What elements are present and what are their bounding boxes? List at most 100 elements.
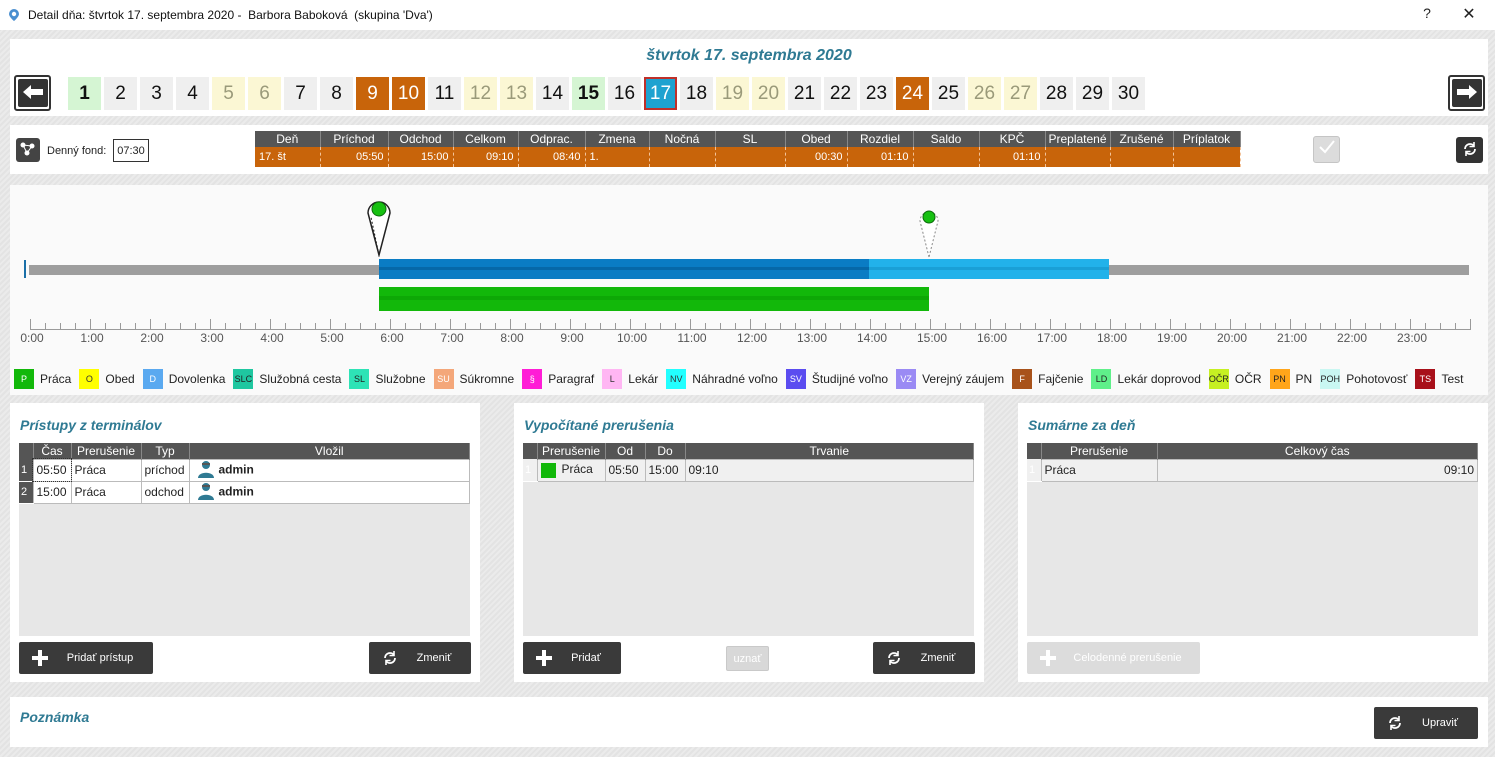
day-2[interactable]: 2 [104,77,137,110]
day-22[interactable]: 22 [824,77,857,110]
day-30[interactable]: 30 [1112,77,1145,110]
col-header[interactable]: Od [605,443,646,459]
legend-label: Študijné voľno [811,372,889,386]
day-18[interactable]: 18 [680,77,713,110]
ruler-tick [195,323,196,330]
day-6[interactable]: 6 [248,77,281,110]
summary-col-header[interactable]: Celkom [453,131,519,147]
day-25[interactable]: 25 [932,77,965,110]
col-header[interactable]: Celkový čas [1157,443,1478,459]
summary-col-header[interactable]: SL [715,131,786,147]
day-16[interactable]: 16 [608,77,641,110]
summary-col-header[interactable]: Zmena [585,131,650,147]
summary-col-header[interactable]: Zrušené [1110,131,1174,147]
day-15[interactable]: 15 [572,77,605,110]
summary-col-header[interactable]: Nočná [649,131,716,147]
legend-swatch: SV [785,369,806,389]
ruler-tick [1230,319,1231,330]
day-23[interactable]: 23 [860,77,893,110]
help-button[interactable]: ? [1417,5,1437,21]
refresh-button[interactable] [1456,137,1483,163]
ruler-tick [1215,323,1216,330]
day-4[interactable]: 4 [176,77,209,110]
col-header[interactable]: Prerušenie [1041,443,1158,459]
location-pin-icon[interactable] [366,197,392,260]
ruler-tick [630,319,631,330]
day-29[interactable]: 29 [1076,77,1109,110]
day-19[interactable]: 19 [716,77,749,110]
day-11[interactable]: 11 [428,77,461,110]
timeline-work-bar[interactable] [378,287,929,311]
col-header[interactable]: Typ [141,443,190,459]
day-10[interactable]: 10 [392,77,425,110]
ruler-tick [240,323,241,330]
day-14[interactable]: 14 [536,77,569,110]
summary-col-header[interactable]: Odprac. [518,131,586,147]
summary-col-header[interactable]: Obed [785,131,848,147]
ruler-tick [1380,323,1381,330]
summary-cell [715,147,786,167]
table-row[interactable]: 1 Práca 09:10 [1027,458,1478,482]
summary-col-header[interactable]: Odchod [388,131,454,147]
fund-value-field[interactable]: 07:30 [113,139,149,162]
ruler-tick [795,323,796,330]
table-row[interactable]: 2 15:00 Práca odchod admin [19,480,470,504]
legend-swatch: NV [666,369,687,389]
day-7[interactable]: 7 [284,77,317,110]
summary-col-header[interactable]: Preplatené [1045,131,1111,147]
day-12[interactable]: 12 [464,77,497,110]
next-month-button[interactable] [1448,75,1485,111]
accept-break-button[interactable]: uznať [726,646,769,671]
change-access-button[interactable]: Zmeniť [369,642,471,674]
summary-col-header[interactable]: Príplatok [1173,131,1241,147]
ruler-tick [840,323,841,330]
add-break-button[interactable]: Pridať [523,642,621,674]
plus-icon [27,649,53,667]
summary-col-header[interactable]: Príchod [320,131,389,147]
col-header[interactable]: Trvanie [685,443,974,459]
ruler-tick [300,323,301,330]
day-20[interactable]: 20 [752,77,785,110]
ruler-tick [750,319,751,330]
ruler-tick [735,323,736,330]
hour-label: 21:00 [1276,331,1308,345]
prev-month-button[interactable] [14,75,51,111]
location-pin-icon[interactable] [916,201,942,264]
fund-button[interactable] [16,138,40,162]
day-17[interactable]: 17 [644,77,677,110]
day-13[interactable]: 13 [500,77,533,110]
col-header[interactable]: Prerušenie [537,443,606,459]
summary-col-header[interactable]: KPČ [979,131,1046,147]
day-24[interactable]: 24 [896,77,929,110]
day-28[interactable]: 28 [1040,77,1073,110]
change-break-button[interactable]: Zmeniť [873,642,975,674]
edit-note-button[interactable]: Upraviť [1374,707,1478,739]
table-row[interactable]: 1 05:50 Práca príchod admin [19,458,470,482]
hour-label: 16:00 [976,331,1008,345]
day-26[interactable]: 26 [968,77,1001,110]
col-header[interactable]: Vložil [189,443,470,459]
close-button[interactable]: ✕ [1459,4,1479,24]
ruler-tick [930,319,931,330]
summary-col-header[interactable]: Rozdiel [847,131,914,147]
col-header[interactable]: Čas [33,443,72,459]
summary-row[interactable]: 17. št 05:50 15:00 09:10 08:40 1. 00:30 01:10 01… [255,147,1241,167]
day-27[interactable]: 27 [1004,77,1037,110]
day-5[interactable]: 5 [212,77,245,110]
add-access-button[interactable]: Pridať prístup [19,642,153,674]
day-1[interactable]: 1 [68,77,101,110]
ruler-tick [510,319,511,330]
col-header[interactable]: Prerušenie [71,443,142,459]
allday-break-button[interactable]: Celodenné prerušenie [1027,642,1200,674]
legend-item: VZ Verejný záujem [896,369,1004,389]
table-row[interactable]: 1 Práca 05:50 15:00 09:10 [523,458,974,482]
summary-col-header[interactable]: Saldo [913,131,980,147]
legend-label: Lekár doprovod [1117,372,1201,386]
day-9[interactable]: 9 [356,77,389,110]
day-3[interactable]: 3 [140,77,173,110]
day-21[interactable]: 21 [788,77,821,110]
confirm-button[interactable] [1313,136,1340,163]
summary-col-header[interactable]: Deň [255,131,321,147]
col-header[interactable]: Do [645,443,686,459]
day-8[interactable]: 8 [320,77,353,110]
